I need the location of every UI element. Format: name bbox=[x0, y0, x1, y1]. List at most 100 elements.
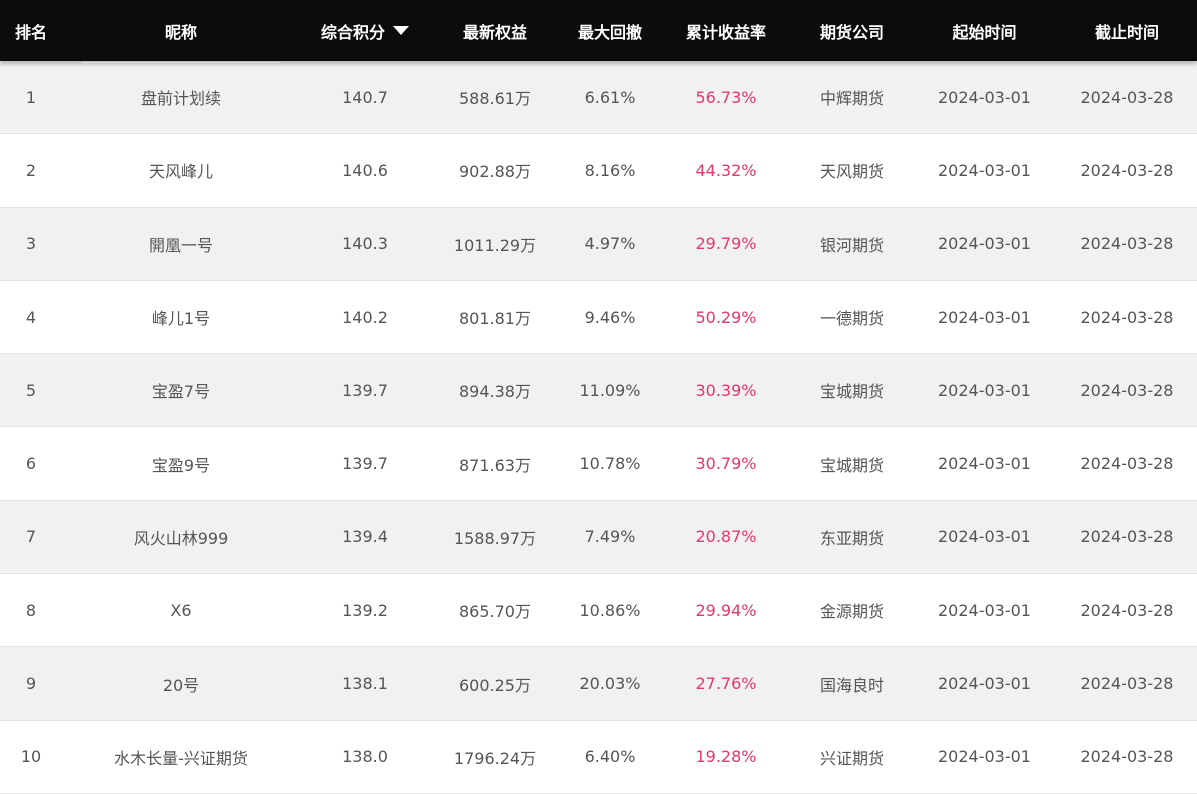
cell-return-rate: 50.29% bbox=[695, 307, 757, 327]
cell-return-rate: 29.79% bbox=[695, 234, 757, 254]
cell-end-time: 2024-03-28 bbox=[1080, 160, 1174, 180]
cell-equity: 1796.24万 bbox=[453, 748, 537, 768]
table-row: 2 天风峰儿 140.6 902.88万 8.16% 44.32% 天风期货 2024-03-… bbox=[0, 134, 1197, 208]
cell-company: 金源期货 bbox=[819, 602, 884, 622]
cell-company: 中辉期货 bbox=[819, 89, 884, 109]
cell-company: 一德期货 bbox=[819, 309, 884, 329]
header-equity: 最新权益 bbox=[462, 22, 527, 42]
cell-score: 140.3 bbox=[342, 234, 388, 254]
cell-score: 140.6 bbox=[342, 160, 388, 180]
cell-company: 天风期货 bbox=[819, 162, 884, 182]
cell-end-time: 2024-03-28 bbox=[1080, 87, 1174, 107]
cell-rank: 9 bbox=[25, 674, 37, 694]
cell-end-time: 2024-03-28 bbox=[1080, 380, 1174, 400]
cell-rank: 5 bbox=[25, 380, 37, 400]
cell-rank: 3 bbox=[25, 234, 37, 254]
cell-end-time: 2024-03-28 bbox=[1080, 674, 1174, 694]
cell-rank: 8 bbox=[25, 600, 37, 620]
cell-drawdown: 6.61% bbox=[584, 87, 636, 107]
cell-nickname[interactable]: 宝盈7号 bbox=[62, 354, 300, 426]
header-score-label: 综合积分 bbox=[320, 22, 385, 42]
cell-end-time: 2024-03-28 bbox=[1080, 454, 1174, 474]
cell-rank: 6 bbox=[25, 454, 37, 474]
cell-drawdown: 20.03% bbox=[579, 674, 641, 694]
cell-equity: 865.70万 bbox=[459, 602, 531, 622]
cell-company: 兴证期货 bbox=[819, 748, 884, 768]
cell-rank: 7 bbox=[25, 527, 37, 547]
cell-score: 139.7 bbox=[342, 380, 388, 400]
cell-nickname[interactable]: 開凰一号 bbox=[62, 208, 300, 280]
cell-start-time: 2024-03-01 bbox=[938, 234, 1031, 254]
cell-return-rate: 29.94% bbox=[695, 600, 757, 620]
cell-equity: 1588.97万 bbox=[453, 528, 537, 548]
cell-rank: 4 bbox=[25, 307, 37, 327]
cell-start-time: 2024-03-01 bbox=[938, 527, 1031, 547]
cell-nickname[interactable]: X6 bbox=[62, 574, 300, 646]
header-rank: 排名 bbox=[14, 22, 47, 42]
cell-company: 宝城期货 bbox=[819, 382, 884, 402]
cell-return-rate: 56.73% bbox=[695, 87, 757, 107]
cell-end-time: 2024-03-28 bbox=[1080, 747, 1174, 767]
cell-equity: 894.38万 bbox=[459, 382, 531, 402]
ranking-table: 排名 昵称 综合积分 最新权益 最大回撤 累计收益率 期货公司 起始时间 截止时… bbox=[0, 0, 1197, 794]
cell-end-time: 2024-03-28 bbox=[1080, 600, 1174, 620]
cell-nickname[interactable]: 水木长量-兴证期货 bbox=[62, 721, 300, 793]
cell-rank: 1 bbox=[25, 87, 37, 107]
cell-drawdown: 11.09% bbox=[579, 380, 641, 400]
table-header: 排名 昵称 综合积分 最新权益 最大回撤 累计收益率 期货公司 起始时间 截止时… bbox=[0, 0, 1197, 61]
cell-start-time: 2024-03-01 bbox=[938, 747, 1031, 767]
cell-company: 东亚期货 bbox=[819, 528, 884, 548]
cell-return-rate: 30.79% bbox=[695, 454, 757, 474]
cell-start-time: 2024-03-01 bbox=[938, 87, 1031, 107]
cell-equity: 801.81万 bbox=[459, 309, 531, 329]
cell-score: 139.4 bbox=[342, 527, 388, 547]
cell-end-time: 2024-03-28 bbox=[1080, 234, 1174, 254]
cell-drawdown: 8.16% bbox=[584, 160, 636, 180]
cell-return-rate: 19.28% bbox=[695, 747, 757, 767]
cell-drawdown: 9.46% bbox=[584, 307, 636, 327]
table-row: 10 水木长量-兴证期货 138.0 1796.24万 6.40% 19.28% 兴证期货 2… bbox=[0, 720, 1197, 794]
cell-nickname[interactable]: 风火山林999 bbox=[62, 501, 300, 573]
cell-score: 139.7 bbox=[342, 454, 388, 474]
cell-score: 140.2 bbox=[342, 307, 388, 327]
cell-company: 国海良时 bbox=[819, 675, 884, 695]
header-end-time: 截止时间 bbox=[1094, 22, 1159, 42]
table-row: 1 盘前计划续 140.7 588.61万 6.61% 56.73% 中辉期货 2024-03… bbox=[0, 61, 1197, 135]
cell-end-time: 2024-03-28 bbox=[1080, 307, 1174, 327]
table-row: 3 開凰一号 140.3 1011.29万 4.97% 29.79% 银河期货 2024-03… bbox=[0, 207, 1197, 281]
table-row: 7 风火山林999 139.4 1588.97万 7.49% 20.87% 东亚期货 2024… bbox=[0, 500, 1197, 575]
cell-return-rate: 27.76% bbox=[695, 674, 757, 694]
header-company: 期货公司 bbox=[819, 22, 884, 42]
cell-equity: 600.25万 bbox=[459, 675, 531, 695]
cell-drawdown: 10.86% bbox=[579, 600, 641, 620]
cell-score: 140.7 bbox=[342, 87, 388, 107]
table-row: 6 宝盈9号 139.7 871.63万 10.78% 30.79% 宝城期货 2024-03… bbox=[0, 427, 1197, 501]
cell-nickname[interactable]: 宝盈9号 bbox=[62, 427, 300, 499]
cell-start-time: 2024-03-01 bbox=[938, 600, 1031, 620]
table-row: 9 20号 138.1 600.25万 20.03% 27.76% 国海良时 2024-03-… bbox=[0, 647, 1197, 721]
cell-nickname[interactable]: 盘前计划续 bbox=[62, 61, 300, 133]
cell-drawdown: 7.49% bbox=[584, 527, 636, 547]
cell-rank: 10 bbox=[20, 747, 42, 767]
cell-score: 139.2 bbox=[342, 600, 388, 620]
header-score-sort[interactable]: 综合积分 bbox=[300, 0, 430, 61]
cell-equity: 902.88万 bbox=[459, 162, 531, 182]
table-row: 4 峰儿1号 140.2 801.81万 9.46% 50.29% 一德期货 2024-03-… bbox=[0, 280, 1197, 355]
cell-score: 138.1 bbox=[342, 674, 388, 694]
cell-nickname[interactable]: 20号 bbox=[62, 647, 300, 719]
cell-rank: 2 bbox=[25, 160, 37, 180]
cell-start-time: 2024-03-01 bbox=[938, 160, 1031, 180]
cell-start-time: 2024-03-01 bbox=[938, 307, 1031, 327]
cell-score: 138.0 bbox=[342, 747, 388, 767]
cell-nickname[interactable]: 峰儿1号 bbox=[62, 281, 300, 353]
cell-return-rate: 30.39% bbox=[695, 380, 757, 400]
cell-drawdown: 6.40% bbox=[584, 747, 636, 767]
cell-start-time: 2024-03-01 bbox=[938, 454, 1031, 474]
cell-return-rate: 44.32% bbox=[695, 160, 757, 180]
cell-company: 宝城期货 bbox=[819, 455, 884, 475]
table-body: 1 盘前计划续 140.7 588.61万 6.61% 56.73% 中辉期货 2024-03… bbox=[0, 61, 1197, 794]
cell-company: 银河期货 bbox=[819, 235, 884, 255]
header-return-rate: 累计收益率 bbox=[685, 22, 766, 42]
cell-end-time: 2024-03-28 bbox=[1080, 527, 1174, 547]
cell-nickname[interactable]: 天风峰儿 bbox=[62, 134, 300, 206]
